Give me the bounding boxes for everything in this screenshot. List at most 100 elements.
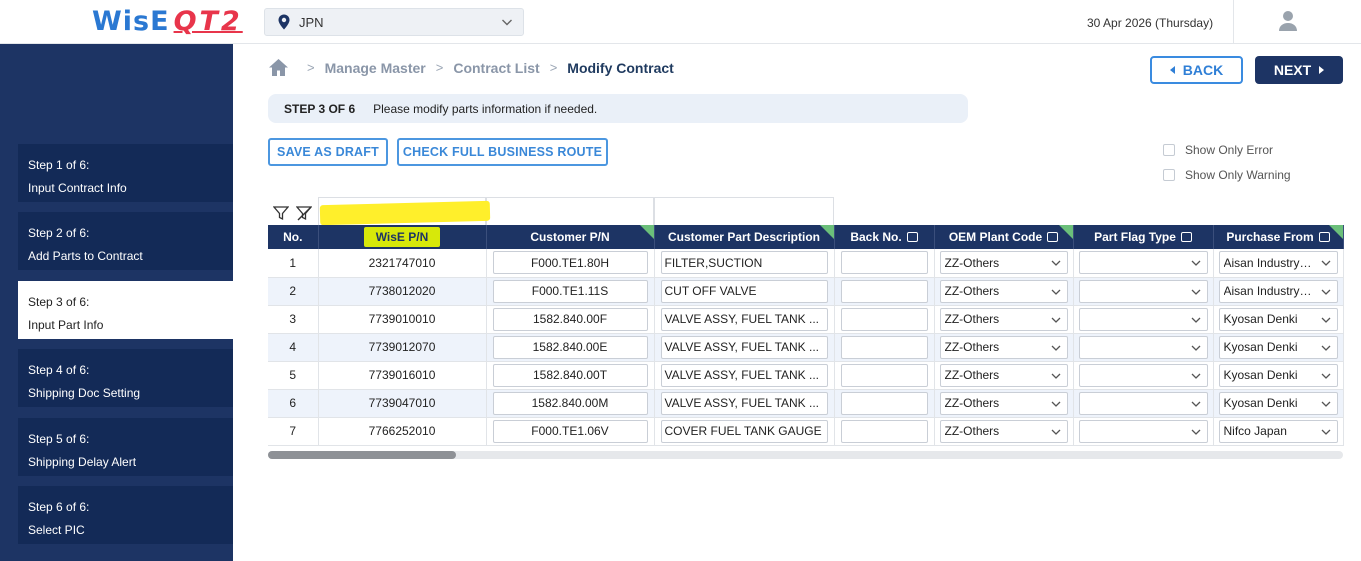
cell-customer-pn: F000.TE1.80H: [486, 249, 655, 278]
col-header-part-flag[interactable]: Part Flag Type: [1073, 225, 1214, 249]
part-flag-select[interactable]: [1078, 279, 1208, 303]
comment-icon[interactable]: [1047, 232, 1059, 242]
cell-part-flag: [1073, 249, 1214, 278]
stepper-sidebar: Step 1 of 6: Input Contract Info Step 2 o…: [0, 44, 233, 561]
customer-pn-input[interactable]: 1582.840.00T: [492, 363, 648, 387]
customer-desc-input[interactable]: VALVE ASSY, FUEL TANK ...: [660, 307, 828, 331]
horizontal-scrollbar[interactable]: [268, 451, 1343, 459]
purchase-from-select[interactable]: Kyosan Denki: [1218, 391, 1338, 415]
purchase-from-select[interactable]: Kyosan Denki: [1218, 307, 1338, 331]
part-flag-select[interactable]: [1078, 391, 1208, 415]
breadcrumb-manage-master[interactable]: Manage Master: [325, 60, 426, 76]
purchase-from-select[interactable]: Kyosan Denki: [1218, 335, 1338, 359]
check-business-route-button[interactable]: CHECK FULL BUSINESS ROUTE: [397, 138, 608, 166]
col-header-back-no[interactable]: Back No.: [834, 225, 935, 249]
chevron-down-icon: [1321, 345, 1330, 351]
save-as-draft-button[interactable]: SAVE AS DRAFT: [268, 138, 388, 166]
sidebar-step-3[interactable]: Step 3 of 6: Input Part Info: [18, 281, 233, 339]
clear-filter-icon[interactable]: [296, 205, 312, 221]
customer-desc-input[interactable]: VALVE ASSY, FUEL TANK ...: [660, 391, 828, 415]
next-button[interactable]: NEXT: [1255, 56, 1343, 84]
select-value: ZZ-Others: [944, 255, 1000, 270]
purchase-from-select[interactable]: Kyosan Denki: [1218, 363, 1338, 387]
filter-cell-customer-desc[interactable]: [654, 197, 834, 225]
cell-customer-pn: F000.TE1.11S: [486, 277, 655, 306]
sidebar-step-4[interactable]: Step 4 of 6: Shipping Doc Setting: [18, 349, 233, 407]
oem-plant-select[interactable]: ZZ-Others: [939, 307, 1068, 331]
purchase-from-select[interactable]: Aisan Industry Japan: [1218, 251, 1338, 275]
back-no-input[interactable]: [840, 419, 928, 443]
sidebar-step-2[interactable]: Step 2 of 6: Add Parts to Contract: [18, 212, 233, 270]
back-no-input[interactable]: [840, 279, 928, 303]
oem-plant-select[interactable]: ZZ-Others: [939, 251, 1068, 275]
customer-desc-input[interactable]: CUT OFF VALVE: [660, 279, 828, 303]
chevron-down-icon: [1191, 373, 1200, 379]
customer-desc-input[interactable]: VALVE ASSY, FUEL TANK ...: [660, 363, 828, 387]
back-no-input[interactable]: [840, 251, 928, 275]
col-header-oem-plant[interactable]: OEM Plant Code: [934, 225, 1074, 249]
customer-desc-input[interactable]: FILTER,SUCTION: [660, 251, 828, 275]
oem-plant-select[interactable]: ZZ-Others: [939, 419, 1068, 443]
user-icon[interactable]: [1278, 10, 1298, 32]
show-only-error-checkbox[interactable]: Show Only Error: [1163, 143, 1273, 157]
col-header-purchase-from[interactable]: Purchase From: [1213, 225, 1344, 249]
col-header-wise-pn[interactable]: WisE P/N: [318, 225, 487, 249]
purchase-from-select[interactable]: Nifco Japan: [1218, 419, 1338, 443]
part-flag-select[interactable]: [1078, 251, 1208, 275]
scrollbar-thumb[interactable]: [268, 451, 456, 459]
comment-icon[interactable]: [906, 232, 918, 242]
part-flag-select[interactable]: [1078, 307, 1208, 331]
back-no-input[interactable]: [840, 391, 928, 415]
comment-icon[interactable]: [1180, 232, 1192, 242]
step-number: Step 5 of 6:: [28, 432, 90, 446]
oem-plant-select[interactable]: ZZ-Others: [939, 279, 1068, 303]
cell-wise-pn: 7739016010: [318, 361, 487, 390]
filter-icon[interactable]: [273, 205, 289, 221]
checkbox-box[interactable]: [1163, 144, 1175, 156]
customer-pn-input[interactable]: 1582.840.00M: [492, 391, 648, 415]
purchase-from-select[interactable]: Aisan Industry Japan: [1218, 279, 1338, 303]
customer-pn-input[interactable]: F000.TE1.06V: [492, 419, 648, 443]
cell-customer-desc: VALVE ASSY, FUEL TANK ...: [654, 361, 835, 390]
customer-desc-input[interactable]: COVER FUEL TANK GAUGE: [660, 419, 828, 443]
step-number: Step 2 of 6:: [28, 226, 90, 240]
chevron-down-icon: [1321, 317, 1330, 323]
home-icon[interactable]: [268, 58, 289, 77]
back-no-input[interactable]: [840, 363, 928, 387]
customer-pn-input[interactable]: 1582.840.00F: [492, 307, 648, 331]
breadcrumb: > Manage Master > Contract List > Modify…: [268, 58, 674, 77]
sidebar-step-1[interactable]: Step 1 of 6: Input Contract Info: [18, 144, 233, 202]
app-logo[interactable]: WisE QT2: [92, 6, 243, 37]
oem-plant-select[interactable]: ZZ-Others: [939, 335, 1068, 359]
cell-customer-desc: COVER FUEL TANK GAUGE: [654, 417, 835, 446]
customer-desc-input[interactable]: VALVE ASSY, FUEL TANK ...: [660, 335, 828, 359]
breadcrumb-contract-list[interactable]: Contract List: [453, 60, 539, 76]
col-header-no[interactable]: No.: [268, 225, 319, 249]
table-row: 5 7739016010 1582.840.00T VALVE ASSY, FUEL …: [268, 361, 1344, 390]
col-header-customer-pn[interactable]: Customer P/N: [486, 225, 655, 249]
breadcrumb-separator: >: [435, 60, 444, 75]
country-select[interactable]: JPN: [264, 8, 524, 36]
step-number: Step 6 of 6:: [28, 500, 90, 514]
cell-customer-pn: 1582.840.00F: [486, 305, 655, 334]
back-no-input[interactable]: [840, 335, 928, 359]
customer-pn-input[interactable]: F000.TE1.11S: [492, 279, 648, 303]
back-button[interactable]: BACK: [1150, 56, 1243, 84]
part-flag-select[interactable]: [1078, 363, 1208, 387]
oem-plant-select[interactable]: ZZ-Others: [939, 391, 1068, 415]
sidebar-step-6[interactable]: Step 6 of 6: Select PIC: [18, 486, 233, 544]
checkbox-box[interactable]: [1163, 169, 1175, 181]
part-flag-select[interactable]: [1078, 419, 1208, 443]
oem-plant-select[interactable]: ZZ-Others: [939, 363, 1068, 387]
sidebar-step-5[interactable]: Step 5 of 6: Shipping Delay Alert: [18, 418, 233, 476]
customer-pn-input[interactable]: 1582.840.00E: [492, 335, 648, 359]
chevron-down-icon: [1051, 317, 1060, 323]
back-no-input[interactable]: [840, 307, 928, 331]
col-header-customer-desc[interactable]: Customer Part Description: [654, 225, 835, 249]
show-only-warning-checkbox[interactable]: Show Only Warning: [1163, 168, 1291, 182]
cell-purchase-from: Kyosan Denki: [1213, 305, 1344, 334]
cell-part-flag: [1073, 389, 1214, 418]
filter-cell-customer-pn[interactable]: [486, 197, 654, 225]
part-flag-select[interactable]: [1078, 335, 1208, 359]
customer-pn-input[interactable]: F000.TE1.80H: [492, 251, 648, 275]
